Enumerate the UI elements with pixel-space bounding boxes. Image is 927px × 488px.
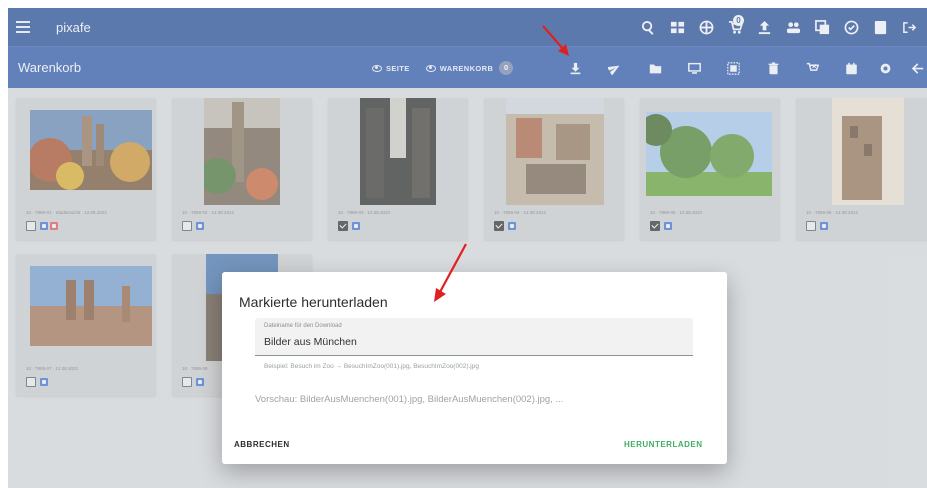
filename-field-label: Dateiname für den Download — [264, 323, 342, 329]
filename-field[interactable]: Dateiname für den Download Bilder aus Mü… — [255, 318, 693, 356]
filename-hint: Beispiel: Besuch im Zoo → BesuchImZoo(00… — [264, 363, 479, 370]
download-dialog: Markierte herunterladen Dateiname für de… — [222, 272, 727, 464]
cancel-button[interactable]: ABBRECHEN — [234, 440, 290, 449]
filename-field-value[interactable]: Bilder aus München — [264, 336, 357, 348]
filename-preview: Vorschau: BilderAusMuenchen(001).jpg, Bi… — [255, 394, 564, 405]
download-button[interactable]: HERUNTERLADEN — [624, 440, 703, 449]
app-window: pixafe 0 Warenkorb SEITE WARENKORB 0 10 … — [8, 8, 927, 488]
dialog-title: Markierte herunterladen — [239, 294, 388, 310]
